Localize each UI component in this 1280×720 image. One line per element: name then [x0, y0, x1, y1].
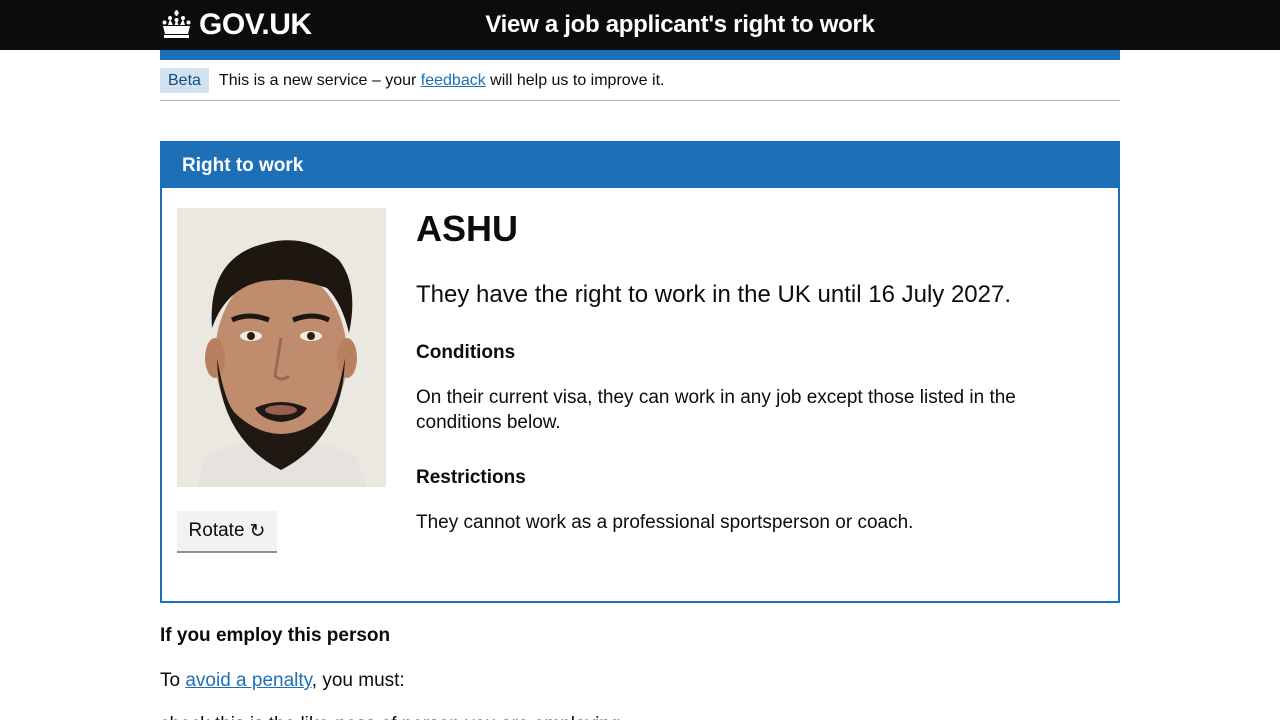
employ-text: To avoid a penalty, you must: — [160, 668, 405, 693]
obligations-list: check this is the like-ness of person yo… — [160, 712, 860, 720]
phase-text-after: will help us to improve it. — [490, 72, 665, 89]
phase-text-before: This is a new service – your — [218, 72, 417, 89]
crown-icon — [162, 9, 191, 38]
restrictions-heading: Restrictions — [416, 467, 526, 488]
rotate-button-label: Rotate — [188, 520, 245, 541]
applicant-photo — [177, 208, 386, 487]
rotate-clockwise-icon: ↻ — [249, 520, 266, 542]
person-name: ASHU — [416, 208, 519, 249]
conditions-text: On their current visa, they can work in … — [416, 387, 1016, 433]
avoid-penalty-link[interactable]: avoid a penalty — [185, 670, 311, 691]
header-accent-bar — [160, 50, 1120, 60]
right-to-work-panel: Right to work Rotate ↻ ASHU They have th… — [160, 141, 1120, 603]
govuk-logo-link[interactable]: GOV.UK — [160, 5, 312, 45]
feedback-link[interactable]: feedback — [421, 72, 486, 89]
rotate-button[interactable]: Rotate ↻ — [177, 511, 277, 551]
service-name[interactable]: View a job applicant's right to work — [480, 8, 880, 42]
logo-text: GOV.UK — [199, 8, 312, 41]
right-to-work-details: ASHU They have the right to work in the … — [416, 208, 1096, 533]
list-item: check this is the like-ness of person yo… — [160, 712, 860, 720]
conditions-heading: Conditions — [416, 342, 516, 363]
restrictions-text: They cannot work as a professional sport… — [416, 512, 914, 533]
employ-text-before: To — [160, 670, 181, 691]
employ-heading: If you employ this person — [160, 625, 391, 646]
phase-banner: Beta This is a new service – your feedba… — [160, 67, 1120, 101]
beta-tag: Beta — [160, 68, 209, 93]
panel-heading: Right to work — [162, 143, 1118, 188]
right-to-work-status: They have the right to work in the UK un… — [416, 281, 1011, 308]
site-header: GOV.UK View a job applicant's right to w… — [0, 0, 1280, 50]
employ-text-after: , you must: — [311, 670, 405, 691]
phase-banner-text: This is a new service – your feedback wi… — [219, 68, 665, 93]
